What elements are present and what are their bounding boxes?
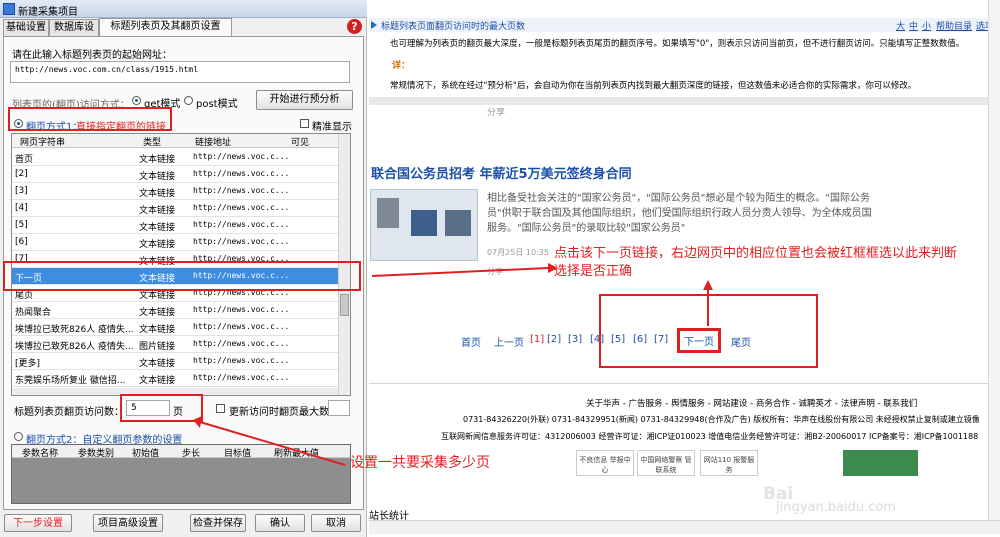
arrow-head-icon <box>548 263 558 273</box>
arrow-head-icon <box>703 280 713 290</box>
arrow-to-note <box>371 267 549 277</box>
arrow-to-page-count <box>199 421 346 466</box>
arrow-head-icon <box>193 416 202 428</box>
annotation-arrows <box>193 263 713 466</box>
screen: 新建采集项目 基础设置 数据库设置 标题列表页及其翻页设置 ? 请在此输入标题列… <box>0 0 1000 537</box>
